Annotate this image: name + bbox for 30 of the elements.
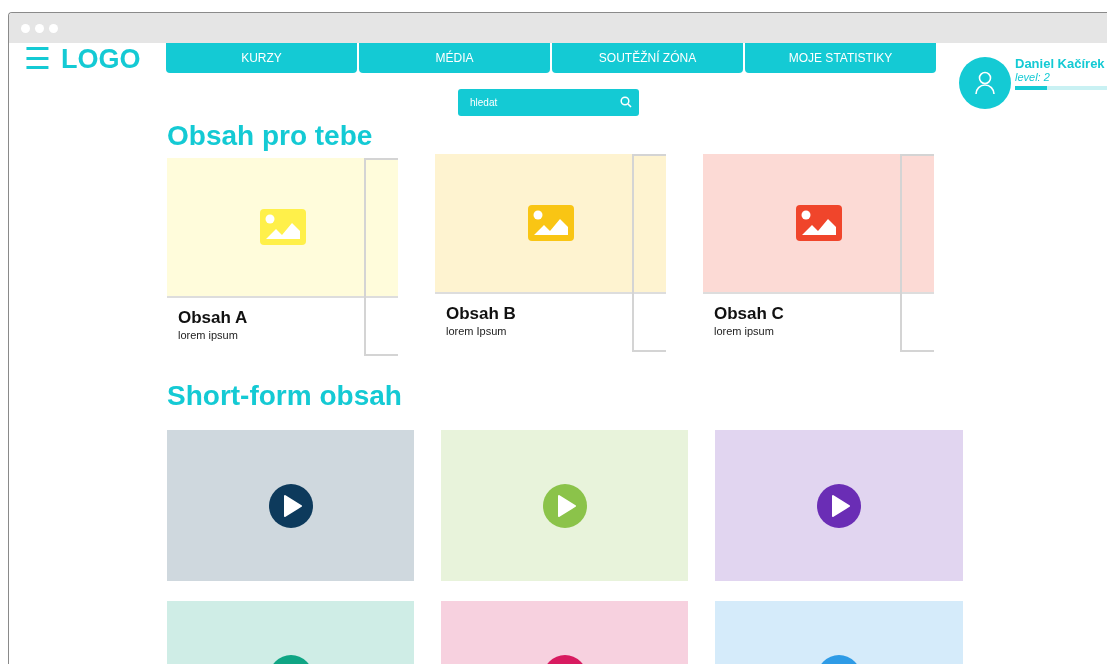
card-title: Obsah C	[714, 304, 785, 323]
section-heading: Short-form obsah	[167, 380, 403, 412]
section-heading: Obsah pro tebe	[167, 120, 374, 152]
card-subtitle: lorem Ipsum	[446, 324, 508, 339]
play-icon[interactable]	[268, 483, 313, 528]
image-panel[interactable]	[167, 158, 398, 298]
window-dot	[35, 23, 44, 33]
search-icon[interactable]	[620, 96, 632, 108]
nav-tab[interactable]: MOJE STATISTIKY	[745, 43, 936, 73]
image-panel[interactable]	[703, 154, 934, 294]
card-subtitle: lorem ipsum	[714, 324, 775, 339]
video-tile[interactable]	[441, 430, 688, 581]
user-name: Daniel Kačírek	[1015, 56, 1106, 71]
user-level: level: 2	[1015, 71, 1051, 84]
card-subtitle: lorem ipsum	[178, 328, 239, 343]
card-title: Obsah A	[178, 308, 249, 327]
avatar-icon[interactable]	[959, 57, 1011, 109]
window-dot	[49, 23, 58, 33]
nav-tab[interactable]: SOUTĚŽNÍ ZÓNA	[552, 43, 743, 73]
image-panel[interactable]	[435, 154, 666, 294]
play-icon[interactable]	[817, 483, 861, 528]
card-title: Obsah B	[446, 304, 517, 323]
search-field[interactable]: hledat	[458, 89, 639, 116]
window-dot	[21, 23, 30, 33]
logo[interactable]: LOGO	[61, 38, 141, 80]
nav-tab[interactable]: KURZY	[166, 43, 357, 73]
video-tile[interactable]	[715, 430, 963, 581]
menu-icon[interactable]: ☰	[24, 44, 51, 74]
nav-tab[interactable]: MÉDIA	[359, 43, 550, 73]
video-tile[interactable]	[167, 430, 414, 581]
